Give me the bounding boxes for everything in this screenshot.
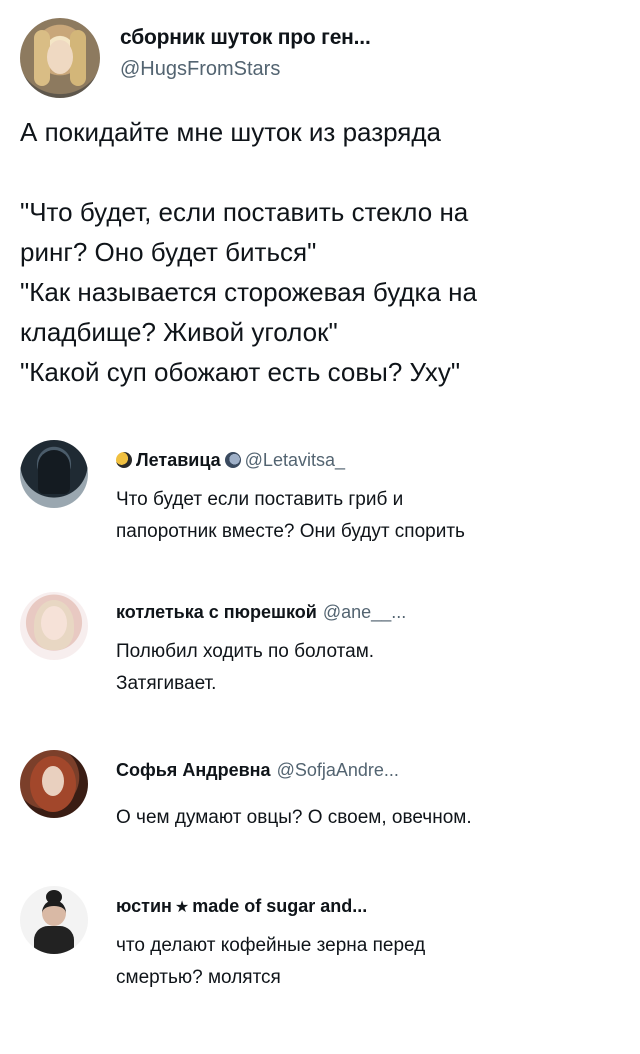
reply-line: папоротник вместе? Они будут спорить bbox=[116, 521, 465, 542]
reply-line: Что будет если поставить гриб и bbox=[116, 489, 404, 510]
main-tweet-header: сборник шуток про ген... @HugsFromStars bbox=[20, 16, 620, 98]
reply-text: Что будет если поставить гриб и папоротн… bbox=[116, 484, 616, 548]
reply-author-handle[interactable]: @SofjaAndre... bbox=[277, 760, 399, 780]
girl-with-bun-avatar[interactable] bbox=[20, 886, 88, 954]
reply-author-name-suffix[interactable]: made of sugar and... bbox=[192, 896, 367, 916]
tweet-line: ринг? Оно будет биться" bbox=[20, 237, 317, 267]
reply-text: что делают кофейные зерна перед смертью?… bbox=[116, 930, 616, 994]
moon-emoji-icon bbox=[116, 452, 132, 468]
reply-line: Полюбил ходить по болотам. bbox=[116, 641, 375, 662]
reply-line: О чем думают овцы? О своем, овечном. bbox=[116, 807, 472, 828]
main-tweet-text: А покидайте мне шуток из разряда "Что бу… bbox=[20, 112, 620, 392]
reply-author-name-prefix[interactable]: юстин bbox=[116, 896, 172, 916]
tweet-line: А покидайте мне шуток из разряда bbox=[20, 117, 442, 147]
star-icon: ★ bbox=[174, 899, 190, 916]
reply-author-name[interactable]: Софья Андревна bbox=[116, 760, 271, 780]
tweet-line: "Что будет, если поставить стекло на bbox=[20, 197, 469, 227]
blonde-girl-avatar[interactable] bbox=[20, 592, 88, 660]
reply-author-name[interactable]: котлетька с пюрешкой bbox=[116, 602, 317, 622]
tweet-line: "Как называется сторожевая будка на bbox=[20, 277, 477, 307]
main-author-handle[interactable]: @HugsFromStars bbox=[120, 58, 280, 81]
hooded-figure-avatar[interactable] bbox=[20, 440, 88, 508]
main-author-avatar[interactable] bbox=[20, 18, 100, 98]
reply-author-name[interactable]: Летавица bbox=[136, 450, 221, 470]
red-hair-avatar[interactable] bbox=[20, 750, 88, 818]
tweet-line: кладбище? Живой уголок" bbox=[20, 317, 338, 347]
tweet-screenshot: сборник шуток про ген... @HugsFromStars … bbox=[0, 0, 640, 1054]
tweet-line: "Какой суп обожают есть совы? Уху" bbox=[20, 357, 461, 387]
reply-line: смертью? молятся bbox=[116, 967, 281, 988]
reply-header: юстин ★ made of sugar and... bbox=[116, 896, 367, 917]
reply-text: Полюбил ходить по болотам. Затягивает. bbox=[116, 636, 616, 700]
main-author-name[interactable]: сборник шуток про ген... bbox=[120, 26, 371, 50]
reply-header: Софья Андревна @SofjaAndre... bbox=[116, 760, 399, 781]
reply-line: Затягивает. bbox=[116, 673, 217, 694]
reply-author-handle[interactable]: @ane__... bbox=[323, 602, 406, 622]
reply-text: О чем думают овцы? О своем, овечном. bbox=[116, 802, 616, 834]
reply-header: котлетька с пюрешкой @ane__... bbox=[116, 602, 406, 623]
moon-emoji-icon bbox=[224, 452, 241, 468]
reply-header: Летавица @Letavitsa_ bbox=[116, 450, 345, 471]
reply-author-handle[interactable]: @Letavitsa_ bbox=[245, 450, 345, 470]
reply-line: что делают кофейные зерна перед bbox=[116, 935, 426, 956]
